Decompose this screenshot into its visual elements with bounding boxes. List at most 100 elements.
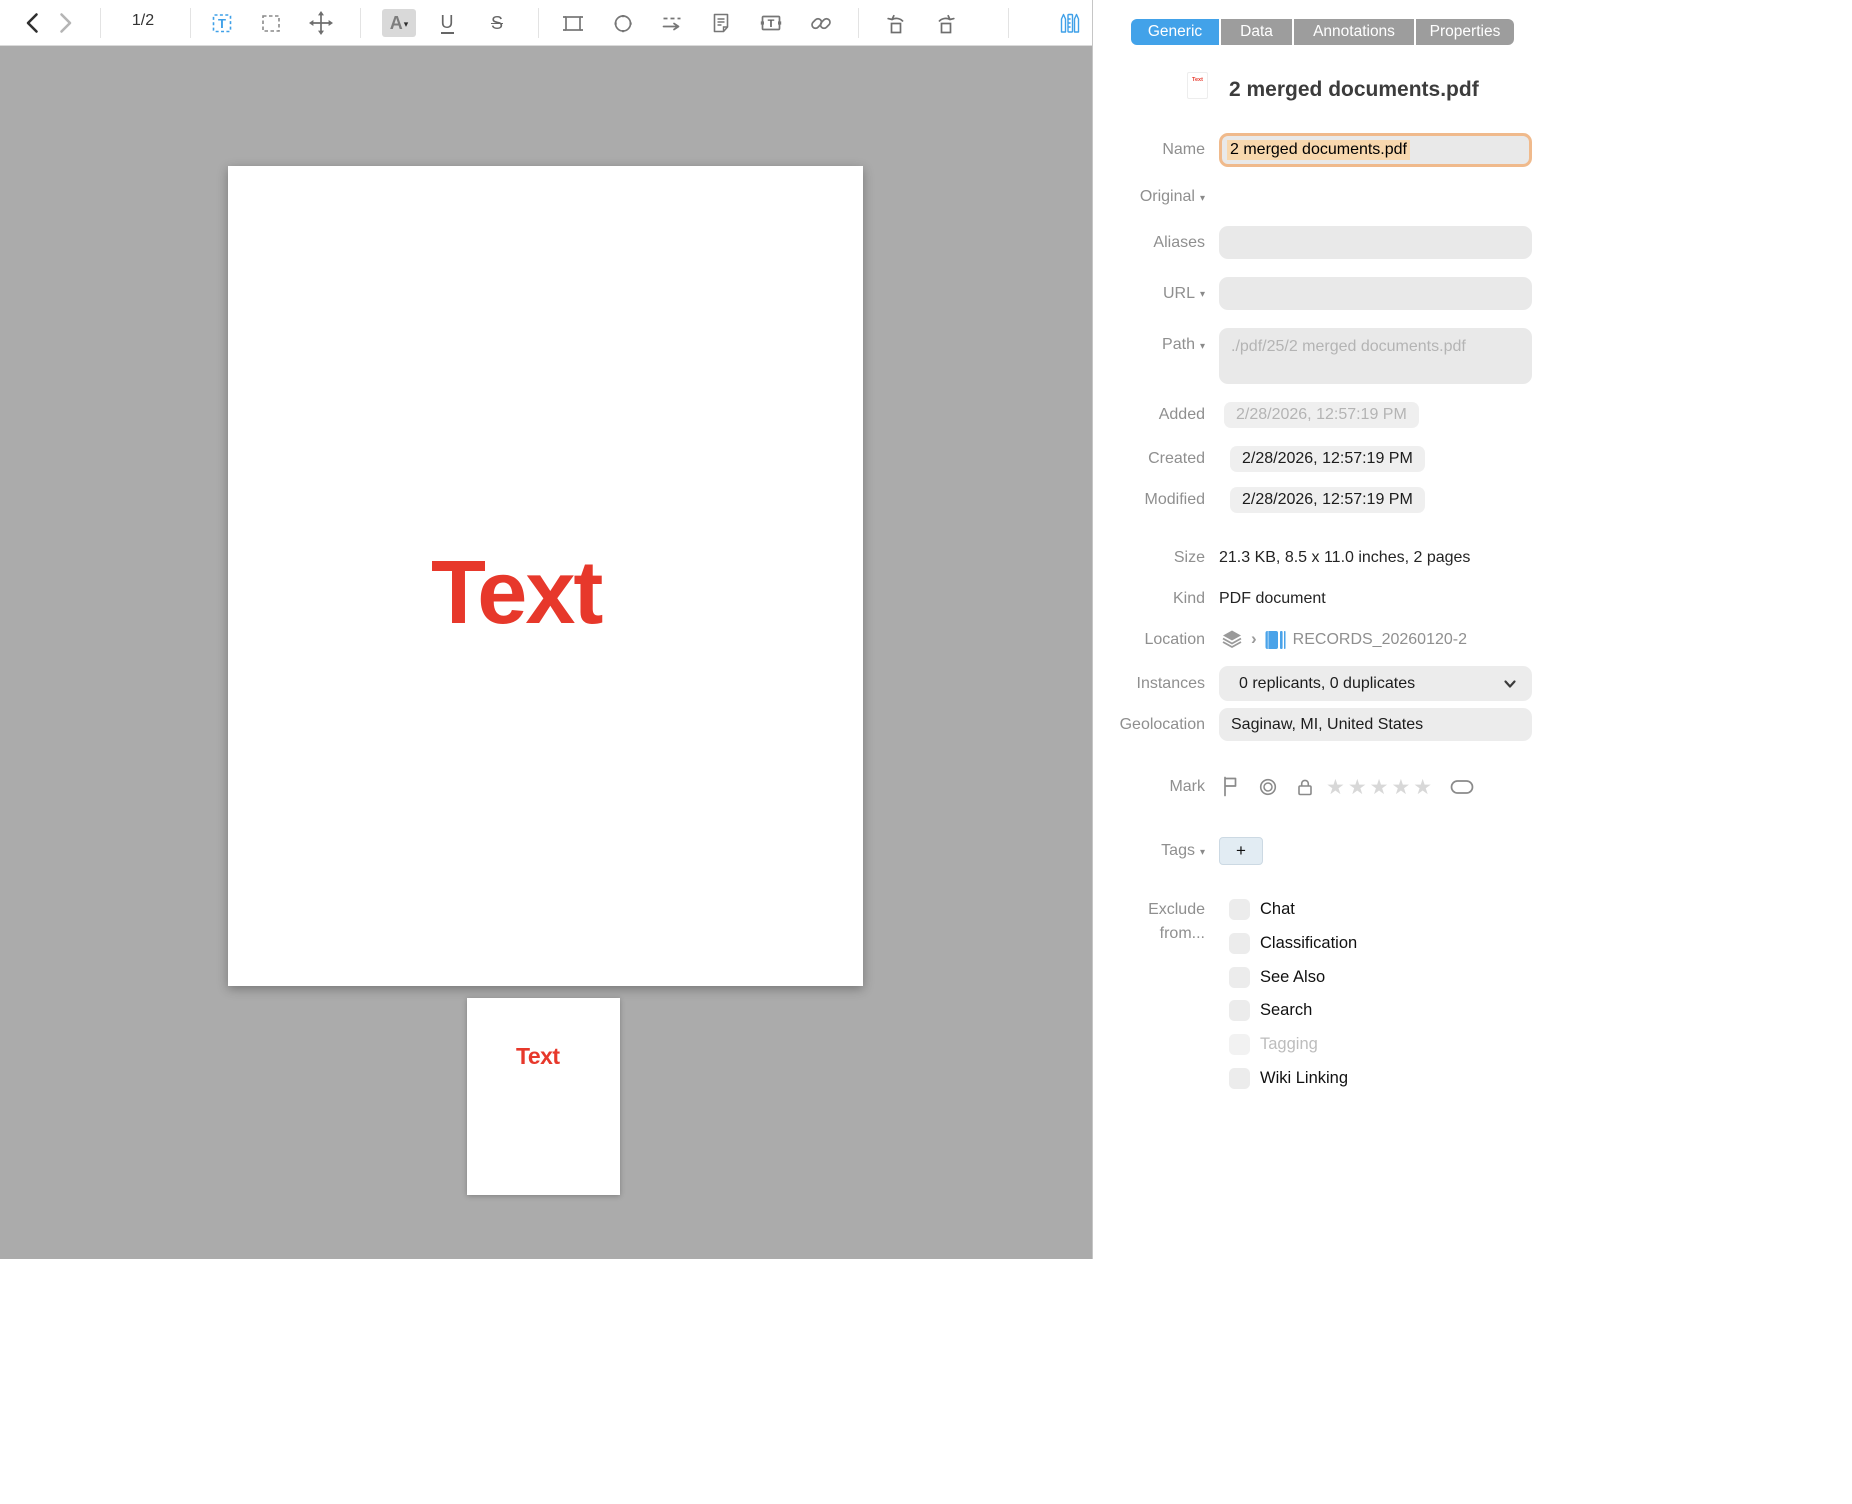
geolocation-row: Geolocation Saginaw, MI, United States bbox=[1094, 708, 1546, 741]
exclude-classification-checkbox[interactable] bbox=[1229, 933, 1250, 954]
name-input[interactable]: 2 merged documents.pdf bbox=[1219, 133, 1532, 167]
kind-label: Kind bbox=[1094, 590, 1219, 608]
added-value: 2/28/2026, 12:57:19 PM bbox=[1224, 402, 1419, 428]
exclude-see-also-row: See Also bbox=[1229, 966, 1325, 988]
pdf-page-2-thumbnail[interactable]: Text bbox=[467, 998, 620, 1195]
label-circle-icon[interactable] bbox=[1255, 774, 1281, 800]
oval-mark-icon[interactable] bbox=[1449, 774, 1476, 800]
oval-annotation-button[interactable] bbox=[610, 10, 636, 36]
mark-row: Mark ★★★★★ bbox=[1094, 774, 1546, 800]
exclude-wiki-linking-checkbox[interactable] bbox=[1229, 1068, 1250, 1089]
toolbar-divider bbox=[538, 8, 539, 38]
rotate-right-button[interactable] bbox=[932, 10, 958, 36]
add-tag-button[interactable]: + bbox=[1219, 837, 1263, 865]
mark-label: Mark bbox=[1094, 778, 1219, 796]
exclude-classification-row: Classification bbox=[1229, 932, 1357, 954]
url-input[interactable] bbox=[1219, 277, 1532, 310]
location-breadcrumb[interactable]: › RECORDS_20260120-2 bbox=[1219, 628, 1539, 652]
geolocation-label: Geolocation bbox=[1094, 716, 1219, 734]
modified-row: Modified 2/28/2026, 12:57:19 PM bbox=[1094, 487, 1546, 513]
name-row: Name 2 merged documents.pdf bbox=[1094, 133, 1546, 167]
note-annotation-button[interactable] bbox=[708, 10, 734, 36]
back-button[interactable] bbox=[20, 10, 46, 36]
text-selection-tool-button[interactable]: T bbox=[209, 10, 235, 36]
document-title: 2 merged documents.pdf bbox=[1229, 78, 1479, 102]
flag-icon[interactable] bbox=[1219, 774, 1245, 800]
path-row: Path ▾ ./pdf/25/2 merged documents.pdf bbox=[1094, 328, 1546, 384]
modified-label: Modified bbox=[1094, 491, 1219, 509]
chevron-right-icon bbox=[52, 10, 78, 36]
plus-icon: + bbox=[1236, 841, 1246, 861]
geolocation-field[interactable]: Saginaw, MI, United States bbox=[1219, 708, 1532, 741]
exclude-search-checkbox[interactable] bbox=[1229, 1000, 1250, 1021]
modified-value[interactable]: 2/28/2026, 12:57:19 PM bbox=[1230, 487, 1425, 513]
disclosure-triangle-icon[interactable]: ▾ bbox=[1200, 341, 1205, 352]
tab-annotations[interactable]: Annotations bbox=[1294, 19, 1414, 45]
tags-label: Tags ▾ bbox=[1094, 842, 1219, 860]
page-indicator: 1/2 bbox=[123, 12, 163, 30]
tab-generic[interactable]: Generic bbox=[1131, 19, 1219, 45]
exclude-tagging-row: Tagging bbox=[1229, 1033, 1318, 1055]
svg-text:T: T bbox=[768, 18, 775, 30]
strikethrough-button[interactable]: S bbox=[484, 10, 510, 36]
strikethrough-icon: S bbox=[491, 14, 503, 32]
text-box-annotation-button[interactable]: T bbox=[758, 10, 784, 36]
path-label: Path ▾ bbox=[1094, 328, 1219, 354]
aliases-input[interactable] bbox=[1219, 226, 1532, 259]
exclude-chat-checkbox[interactable] bbox=[1229, 899, 1250, 920]
rotate-left-button[interactable] bbox=[884, 10, 910, 36]
instances-value: 0 replicants, 0 duplicates bbox=[1239, 675, 1502, 693]
instances-dropdown[interactable]: 0 replicants, 0 duplicates bbox=[1219, 666, 1532, 701]
svg-text:T: T bbox=[218, 16, 226, 31]
size-label: Size bbox=[1094, 549, 1219, 567]
path-input[interactable]: ./pdf/25/2 merged documents.pdf bbox=[1219, 328, 1532, 384]
marquee-selection-tool-button[interactable] bbox=[258, 10, 284, 36]
database-icon bbox=[1263, 628, 1287, 652]
document-thumbnail-icon: Text bbox=[1187, 72, 1208, 99]
exclude-see-also-checkbox[interactable] bbox=[1229, 967, 1250, 988]
note-icon bbox=[708, 10, 734, 36]
created-value[interactable]: 2/28/2026, 12:57:19 PM bbox=[1230, 446, 1425, 472]
document-viewer: 1/2 T A▾ U S bbox=[0, 0, 1093, 1259]
breadcrumb-chevron-icon: › bbox=[1251, 629, 1257, 649]
mark-controls: ★★★★★ bbox=[1219, 774, 1476, 800]
move-icon bbox=[308, 10, 334, 36]
toolbar-divider bbox=[360, 8, 361, 38]
forward-button[interactable] bbox=[52, 10, 78, 36]
move-tool-button[interactable] bbox=[308, 10, 334, 36]
annotation-inspector-button[interactable] bbox=[1057, 10, 1083, 36]
oval-shape-icon bbox=[610, 10, 636, 36]
rotate-left-icon bbox=[884, 10, 910, 36]
tab-properties[interactable]: Properties bbox=[1416, 19, 1514, 45]
inspector-panel: Generic Data Annotations Properties Text… bbox=[1094, 0, 1852, 1504]
inspector-tab-bar: Generic Data Annotations Properties bbox=[1131, 19, 1514, 45]
instances-row: Instances 0 replicants, 0 duplicates bbox=[1094, 666, 1546, 701]
instances-label: Instances bbox=[1094, 675, 1219, 693]
lock-icon[interactable] bbox=[1292, 774, 1318, 800]
rectangle-shape-icon bbox=[560, 10, 586, 36]
disclosure-triangle-icon[interactable]: ▾ bbox=[1200, 847, 1205, 858]
url-row: URL ▾ bbox=[1094, 277, 1546, 310]
disclosure-triangle-icon[interactable]: ▾ bbox=[1200, 193, 1205, 204]
disclosure-triangle-icon[interactable]: ▾ bbox=[1200, 289, 1205, 300]
link-annotation-button[interactable] bbox=[808, 10, 834, 36]
path-placeholder: ./pdf/25/2 merged documents.pdf bbox=[1219, 328, 1499, 365]
underline-button[interactable]: U bbox=[434, 10, 460, 36]
toolbar-divider bbox=[100, 8, 101, 38]
size-value: 21.3 KB, 8.5 x 11.0 inches, 2 pages bbox=[1219, 549, 1470, 567]
location-group-name: RECORDS_20260120-2 bbox=[1293, 631, 1467, 649]
text-box-icon: T bbox=[758, 10, 784, 36]
line-annotation-button[interactable] bbox=[659, 10, 685, 36]
created-row: Created 2/28/2026, 12:57:19 PM bbox=[1094, 446, 1546, 472]
rectangle-annotation-button[interactable] bbox=[560, 10, 586, 36]
location-row: Location › RECORDS_20260120-2 bbox=[1094, 628, 1546, 652]
kind-row: Kind PDF document bbox=[1094, 590, 1546, 608]
pdf-page-1[interactable]: Text bbox=[228, 166, 863, 986]
tab-data[interactable]: Data bbox=[1221, 19, 1292, 45]
highlight-color-button[interactable]: A▾ bbox=[382, 9, 416, 37]
font-color-icon: A bbox=[390, 13, 403, 34]
pdf-canvas: Text Text bbox=[0, 47, 1092, 1259]
rating-stars[interactable]: ★★★★★ bbox=[1326, 775, 1435, 800]
marquee-selection-icon bbox=[258, 10, 284, 36]
toolbar-divider bbox=[858, 8, 859, 38]
